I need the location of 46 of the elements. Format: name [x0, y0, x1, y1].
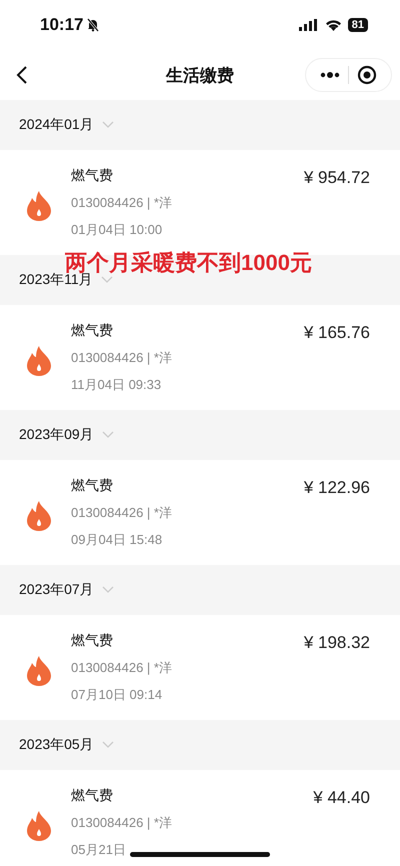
bill-name: 燃气费	[71, 322, 113, 340]
bill-card[interactable]: 燃气费 0130084426 | *洋 11月04日 09:33 ¥ 165.76	[0, 305, 400, 410]
payment-date: 01月04日 10:00	[71, 220, 162, 238]
wifi-icon	[324, 19, 342, 31]
more-dots-icon	[320, 72, 340, 78]
bill-amount: ¥ 954.72	[304, 168, 370, 188]
payment-date: 07月10日 09:14	[71, 686, 162, 704]
bill-name: 燃气费	[71, 786, 113, 804]
chevron-down-icon	[100, 276, 113, 284]
payment-date: 05月21日	[71, 840, 126, 858]
account-number: 0130084426 | *洋	[71, 504, 172, 522]
account-number: 0130084426 | *洋	[71, 814, 172, 832]
flame-icon	[27, 190, 51, 220]
chevron-down-icon	[102, 741, 114, 749]
bill-amount: ¥ 165.76	[304, 323, 370, 343]
page-title: 生活缴费	[164, 64, 235, 86]
account-number: 0130084426 | *洋	[71, 658, 172, 676]
month-label: 2023年09月	[19, 426, 94, 444]
bill-amount: ¥ 44.40	[313, 788, 370, 808]
month-label: 2023年05月	[19, 736, 94, 754]
chevron-down-icon	[102, 431, 114, 439]
battery-indicator: 81	[348, 18, 368, 32]
month-label: 2024年01月	[19, 116, 94, 134]
bill-card[interactable]: 燃气费 0130084426 | *洋 05月21日 ¥ 44.40	[0, 770, 400, 866]
bill-amount: ¥ 198.32	[304, 633, 370, 653]
bill-name: 燃气费	[71, 476, 113, 494]
status-time: 10:17	[40, 15, 84, 35]
bell-muted-icon	[86, 18, 100, 32]
flame-icon	[27, 656, 51, 686]
bill-name: 燃气费	[71, 166, 113, 184]
payment-date: 11月04日 09:33	[71, 376, 162, 394]
bill-amount: ¥ 122.96	[304, 478, 370, 498]
bill-card[interactable]: 燃气费 0130084426 | *洋 07月10日 09:14 ¥ 198.32	[0, 615, 400, 720]
flame-icon	[27, 500, 51, 530]
account-number: 0130084426 | *洋	[71, 348, 172, 366]
flame-icon	[27, 810, 51, 840]
month-label: 2023年07月	[19, 581, 94, 599]
account-number: 0130084426 | *洋	[71, 194, 172, 212]
signal-icon	[298, 19, 319, 31]
bill-card[interactable]: 燃气费 0130084426 | *洋 09月04日 15:48 ¥ 122.96	[0, 460, 400, 565]
payment-date: 09月04日 15:48	[71, 530, 162, 548]
bill-name: 燃气费	[71, 632, 113, 650]
flame-icon	[27, 346, 51, 376]
chevron-down-icon	[102, 586, 114, 594]
target-icon	[357, 65, 377, 85]
chevron-down-icon	[102, 121, 114, 129]
